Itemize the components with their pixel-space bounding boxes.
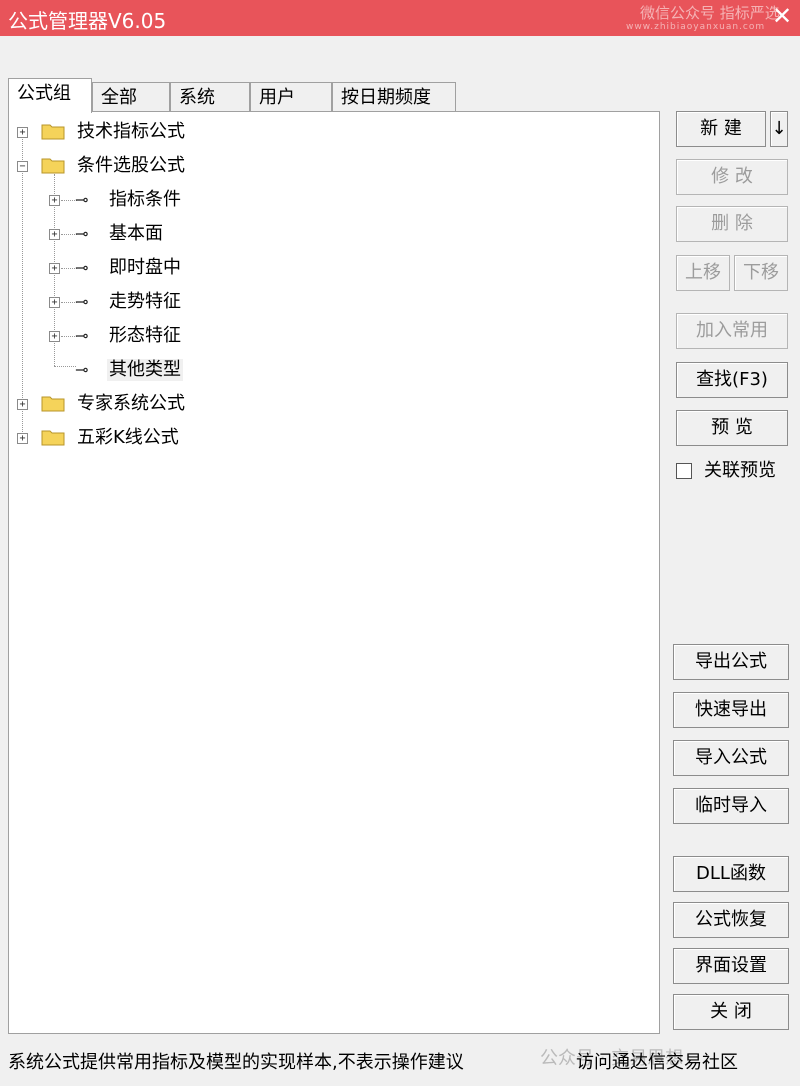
tree-item-intraday[interactable]: + ⊸ 即时盘中 (9, 254, 649, 284)
new-dropdown-arrow-icon[interactable]: ↓ (770, 111, 788, 147)
tree-item-other-types[interactable]: ⊸ 其他类型 (9, 356, 649, 386)
tree-item-technical-indicators[interactable]: + 技术指标公式 (9, 118, 649, 148)
dll-functions-button[interactable]: DLL函数 (673, 856, 789, 892)
key-icon: ⊸ (75, 258, 89, 277)
close-icon[interactable]: ✕ (770, 2, 794, 30)
tab-by-date-frequency[interactable]: 按日期频度 (332, 82, 456, 112)
tree-item-fundamentals[interactable]: + ⊸ 基本面 (9, 220, 649, 250)
collapse-minus-icon[interactable]: − (17, 161, 28, 172)
status-text: 系统公式提供常用指标及模型的实现样本,不表示操作建议 (8, 1052, 464, 1073)
community-link[interactable]: 访问通达信交易社区 (576, 1048, 738, 1074)
expand-plus-icon[interactable]: + (49, 229, 60, 240)
key-icon: ⊸ (75, 292, 89, 311)
folder-icon (41, 396, 65, 412)
temp-import-button[interactable]: 临时导入 (673, 788, 789, 824)
tab-formula-group[interactable]: 公式组 (8, 78, 92, 113)
folder-icon (41, 430, 65, 446)
ui-settings-button[interactable]: 界面设置 (673, 948, 789, 984)
window-title: 公式管理器V6.05 (8, 9, 167, 33)
tree-item-trend-features[interactable]: + ⊸ 走势特征 (9, 288, 649, 318)
move-down-button[interactable]: 下移 (734, 255, 788, 291)
tree-item-label: 基本面 (109, 223, 163, 244)
expand-plus-icon[interactable]: + (49, 195, 60, 206)
key-icon: ⊸ (75, 326, 89, 345)
formula-tree-panel[interactable]: + 技术指标公式 − 条件选股公式 + ⊸ 指标条件 + ⊸ 基本面 + ⊸ 即… (8, 111, 660, 1034)
delete-button[interactable]: 删 除 (676, 206, 788, 242)
tree-item-label: 指标条件 (109, 189, 181, 210)
tree-item-label: 专家系统公式 (77, 393, 185, 414)
tree-item-label: 五彩K线公式 (77, 427, 179, 448)
tree-item-expert-system[interactable]: + 专家系统公式 (9, 390, 649, 420)
tree-item-label: 条件选股公式 (77, 155, 185, 176)
link-preview-checkbox[interactable] (676, 463, 692, 479)
preview-button[interactable]: 预 览 (676, 410, 788, 446)
tree-item-condition-selection[interactable]: − 条件选股公式 (9, 152, 649, 182)
close-button[interactable]: 关 闭 (673, 994, 789, 1030)
key-icon: ⊸ (75, 360, 89, 379)
new-button[interactable]: 新 建 (676, 111, 766, 147)
watermark-text: 微信公众号 指标严选 (640, 4, 780, 22)
tree-item-label-selected: 其他类型 (107, 359, 183, 381)
title-bar: 公式管理器V6.05 微信公众号 指标严选 www.zhibiaoyanxuan… (0, 0, 800, 36)
link-preview-label: 关联预览 (704, 460, 776, 481)
key-icon: ⊸ (75, 190, 89, 209)
tree-item-label: 即时盘中 (109, 257, 181, 278)
modify-button[interactable]: 修 改 (676, 159, 788, 195)
tree-item-colored-kline[interactable]: + 五彩K线公式 (9, 424, 649, 454)
import-formula-button[interactable]: 导入公式 (673, 740, 789, 776)
expand-plus-icon[interactable]: + (49, 297, 60, 308)
quick-export-button[interactable]: 快速导出 (673, 692, 789, 728)
expand-plus-icon[interactable]: + (49, 331, 60, 342)
find-button[interactable]: 查找(F3) (676, 362, 788, 398)
expand-plus-icon[interactable]: + (17, 433, 28, 444)
watermark-url: www.zhibiaoyanxuan.com (626, 22, 766, 32)
tab-all[interactable]: 全部 (92, 82, 170, 112)
folder-icon (41, 124, 65, 140)
status-bar: 系统公式提供常用指标及模型的实现样本,不表示操作建议 公众号 · 交易思想 访问… (0, 1040, 800, 1086)
tab-user[interactable]: 用户 (250, 82, 332, 112)
tree-item-label: 形态特征 (109, 325, 181, 346)
tree-item-pattern-features[interactable]: + ⊸ 形态特征 (9, 322, 649, 352)
tree-item-indicator-condition[interactable]: + ⊸ 指标条件 (9, 186, 649, 216)
export-formula-button[interactable]: 导出公式 (673, 644, 789, 680)
tab-system[interactable]: 系统 (170, 82, 250, 112)
move-up-button[interactable]: 上移 (676, 255, 730, 291)
folder-open-icon (41, 158, 65, 174)
expand-plus-icon[interactable]: + (49, 263, 60, 274)
add-to-common-button[interactable]: 加入常用 (676, 313, 788, 349)
expand-plus-icon[interactable]: + (17, 399, 28, 410)
expand-plus-icon[interactable]: + (17, 127, 28, 138)
restore-formula-button[interactable]: 公式恢复 (673, 902, 789, 938)
tree-item-label: 走势特征 (109, 291, 181, 312)
key-icon: ⊸ (75, 224, 89, 243)
tree-item-label: 技术指标公式 (77, 121, 185, 142)
